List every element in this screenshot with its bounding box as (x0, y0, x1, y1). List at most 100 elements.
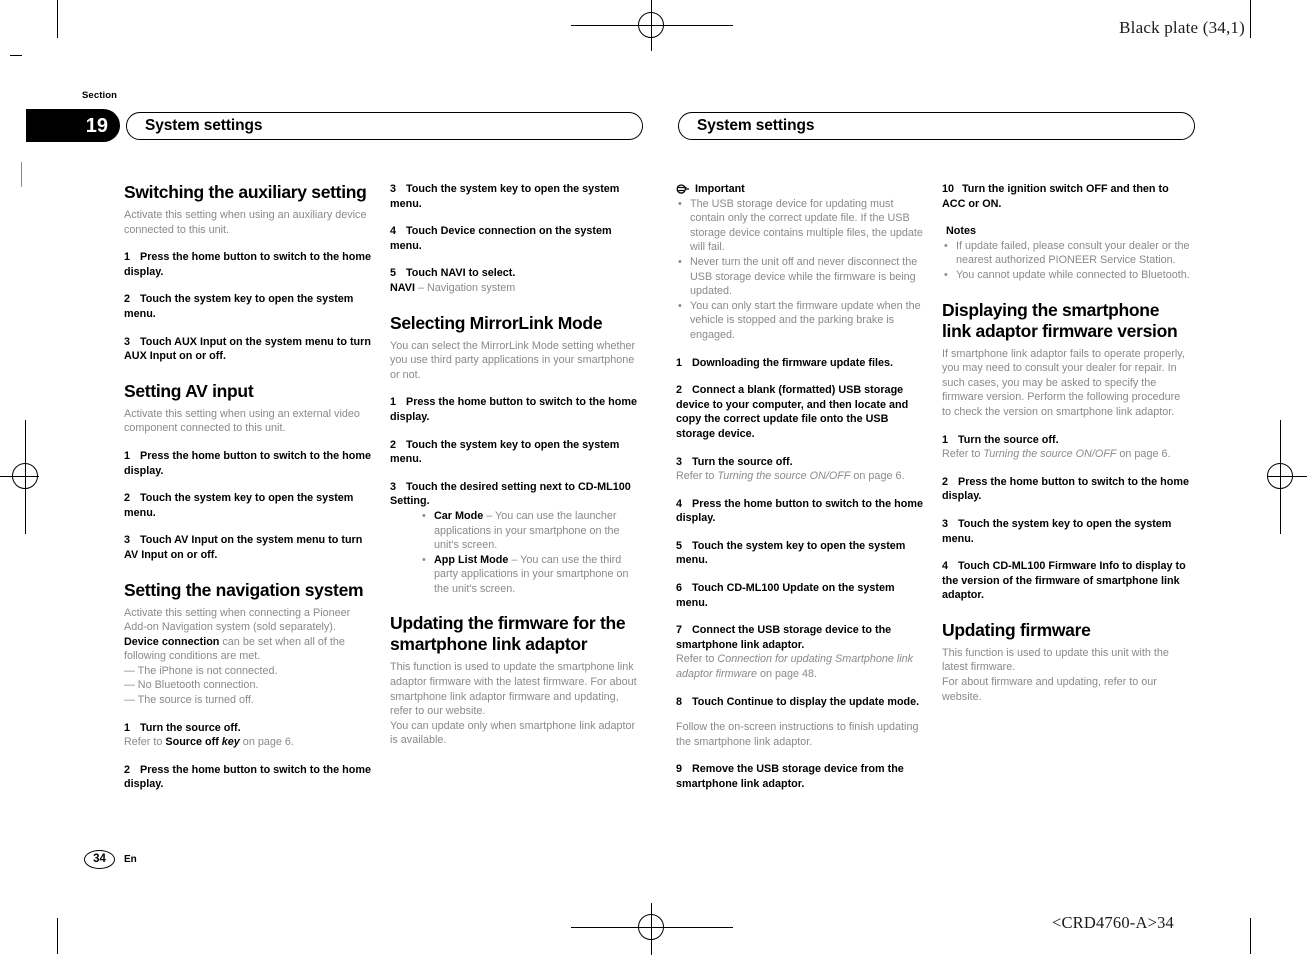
intro-paragraph: This function is used to update this uni… (942, 646, 1169, 674)
numbered-step: 2 Press the home button to switch to the… (124, 763, 371, 791)
dash-list: — The iPhone is not connected. — No Bluet… (124, 664, 372, 708)
step-number: 5 (676, 539, 683, 552)
step-gap (676, 526, 924, 539)
crop-mark-top-left-horizontal (10, 55, 22, 56)
column-3: Important The USB storage device for upda… (676, 182, 924, 792)
bleed-tick-left (21, 162, 22, 187)
black-plate-label: Black plate (34,1) (1119, 18, 1245, 37)
step-gap (390, 211, 638, 224)
crop-mark-bottom-left-vertical (57, 918, 58, 954)
dash-list-item: — The source is turned off. (124, 694, 254, 707)
step-number: 10 (942, 183, 955, 195)
bullet-list-item: If update failed, please consult your de… (942, 239, 1190, 268)
numbered-step: 1 Turn the source off. (942, 433, 1059, 446)
intro-paragraph: You can select the MirrorLink Mode setti… (390, 339, 636, 381)
step-gap (942, 504, 1190, 517)
numbered-step: 4 Touch Device connection on the system … (390, 225, 612, 252)
definition-line: NAVI – Navigation system (390, 281, 516, 294)
footer-page-indicator: 34 En (84, 850, 137, 869)
important-icon (676, 183, 691, 195)
bullet-list-item: You cannot update while connected to Blu… (942, 268, 1190, 283)
step-gap (124, 322, 372, 335)
numbered-step: 2 Touch the system key to open the syste… (124, 492, 354, 519)
step-gap (942, 462, 1190, 475)
numbered-step: 4 Touch CD-ML100 Firmware Info to displa… (942, 560, 1186, 602)
step-number: 2 (942, 475, 949, 488)
section-tab: Section 19 (0, 90, 146, 146)
step-number: 8 (676, 695, 683, 708)
step-gap (676, 343, 924, 356)
regmark-circle (1267, 463, 1293, 489)
numbered-step: 7 Connect the USB storage device to the … (676, 624, 892, 651)
numbered-step: 8 Touch Continue to display the update m… (676, 695, 920, 708)
cross-reference: Refer to Connection for updating Smartph… (676, 653, 914, 681)
step-gap (676, 610, 924, 623)
section-number: 19 (85, 115, 108, 137)
section-heading: Switching the auxiliary setting (124, 182, 367, 202)
step-number: 2 (124, 763, 131, 776)
step-gap (676, 682, 924, 695)
page-header-right: System settings (678, 112, 1195, 140)
intro-paragraph: You can update only when smartphone link… (390, 719, 636, 747)
step-gap (124, 478, 372, 491)
step-number: 3 (390, 183, 397, 195)
bullet-list: Car Mode – You can use the launcher appl… (390, 509, 638, 597)
registration-mark-left (0, 420, 61, 534)
important-heading: Important (676, 182, 924, 197)
bullet-list-item: Never turn the unit off and never discon… (676, 255, 924, 299)
numbered-step: 2 Touch the system key to open the syste… (124, 293, 354, 320)
step-gap (942, 420, 1190, 433)
step-number: 1 (124, 449, 131, 462)
section-heading: Displaying the smartphone link adaptor f… (942, 299, 1178, 341)
dash-list-item: — No Bluetooth connection. (124, 679, 259, 692)
step-number: 6 (676, 582, 683, 595)
step-gap (676, 484, 924, 497)
intro-paragraph: Activate this setting when using an auxi… (124, 209, 367, 236)
crop-mark-top-left-vertical (57, 0, 58, 38)
step-gap (124, 279, 372, 292)
step-gap (390, 253, 638, 266)
section-label: Section (82, 90, 118, 101)
cross-reference: Refer to Turning the source ON/OFF on pa… (676, 470, 905, 483)
numbered-step: 10 Turn the ignition switch OFF and then… (942, 183, 1169, 210)
section-heading: Selecting MirrorLink Mode (390, 312, 603, 333)
column-1: Switching the auxiliary setting Activate … (124, 182, 372, 792)
step-gap (124, 237, 372, 250)
column-4: 10 Turn the ignition switch OFF and then… (942, 182, 1190, 704)
column-2: 3 Touch the system key to open the syste… (390, 182, 638, 748)
note-gap (942, 211, 1190, 224)
section-heading: Updating the firmware for the smartphone… (390, 613, 626, 655)
registration-mark-top (571, 0, 733, 61)
step-number: 1 (124, 251, 131, 264)
bullet-list: The USB storage device for updating must… (676, 197, 924, 343)
numbered-step: 2 Press the home button to switch to the… (942, 475, 1189, 503)
section-tab-shape: 19 (26, 109, 120, 142)
bullet-list-item: You can only start the firmware update w… (676, 299, 924, 343)
step-number: 4 (942, 560, 949, 573)
page-header-left: System settings (126, 112, 643, 140)
registration-mark-bottom (571, 893, 733, 963)
step-number: 2 (124, 492, 131, 505)
para-gap (676, 709, 924, 720)
numbered-step: 3 Touch the system key to open the syste… (942, 517, 1172, 545)
section-heading: Setting the navigation system (124, 579, 364, 600)
step-number: 4 (676, 497, 683, 510)
page-header-right-title: System settings (697, 117, 815, 134)
step-gap (676, 568, 924, 581)
numbered-step: 5 Touch the system key to open the syste… (676, 539, 906, 567)
step-number: 3 (676, 455, 683, 468)
numbered-step: 1 Press the home button to switch to the… (124, 449, 371, 477)
step-gap (676, 749, 924, 762)
page-header-left-title: System settings (145, 117, 263, 134)
step-gap (390, 425, 638, 438)
language-code: En (124, 854, 137, 865)
regmark-circle (638, 914, 664, 940)
step-number: 1 (676, 356, 683, 369)
page-number: 34 (84, 850, 115, 869)
